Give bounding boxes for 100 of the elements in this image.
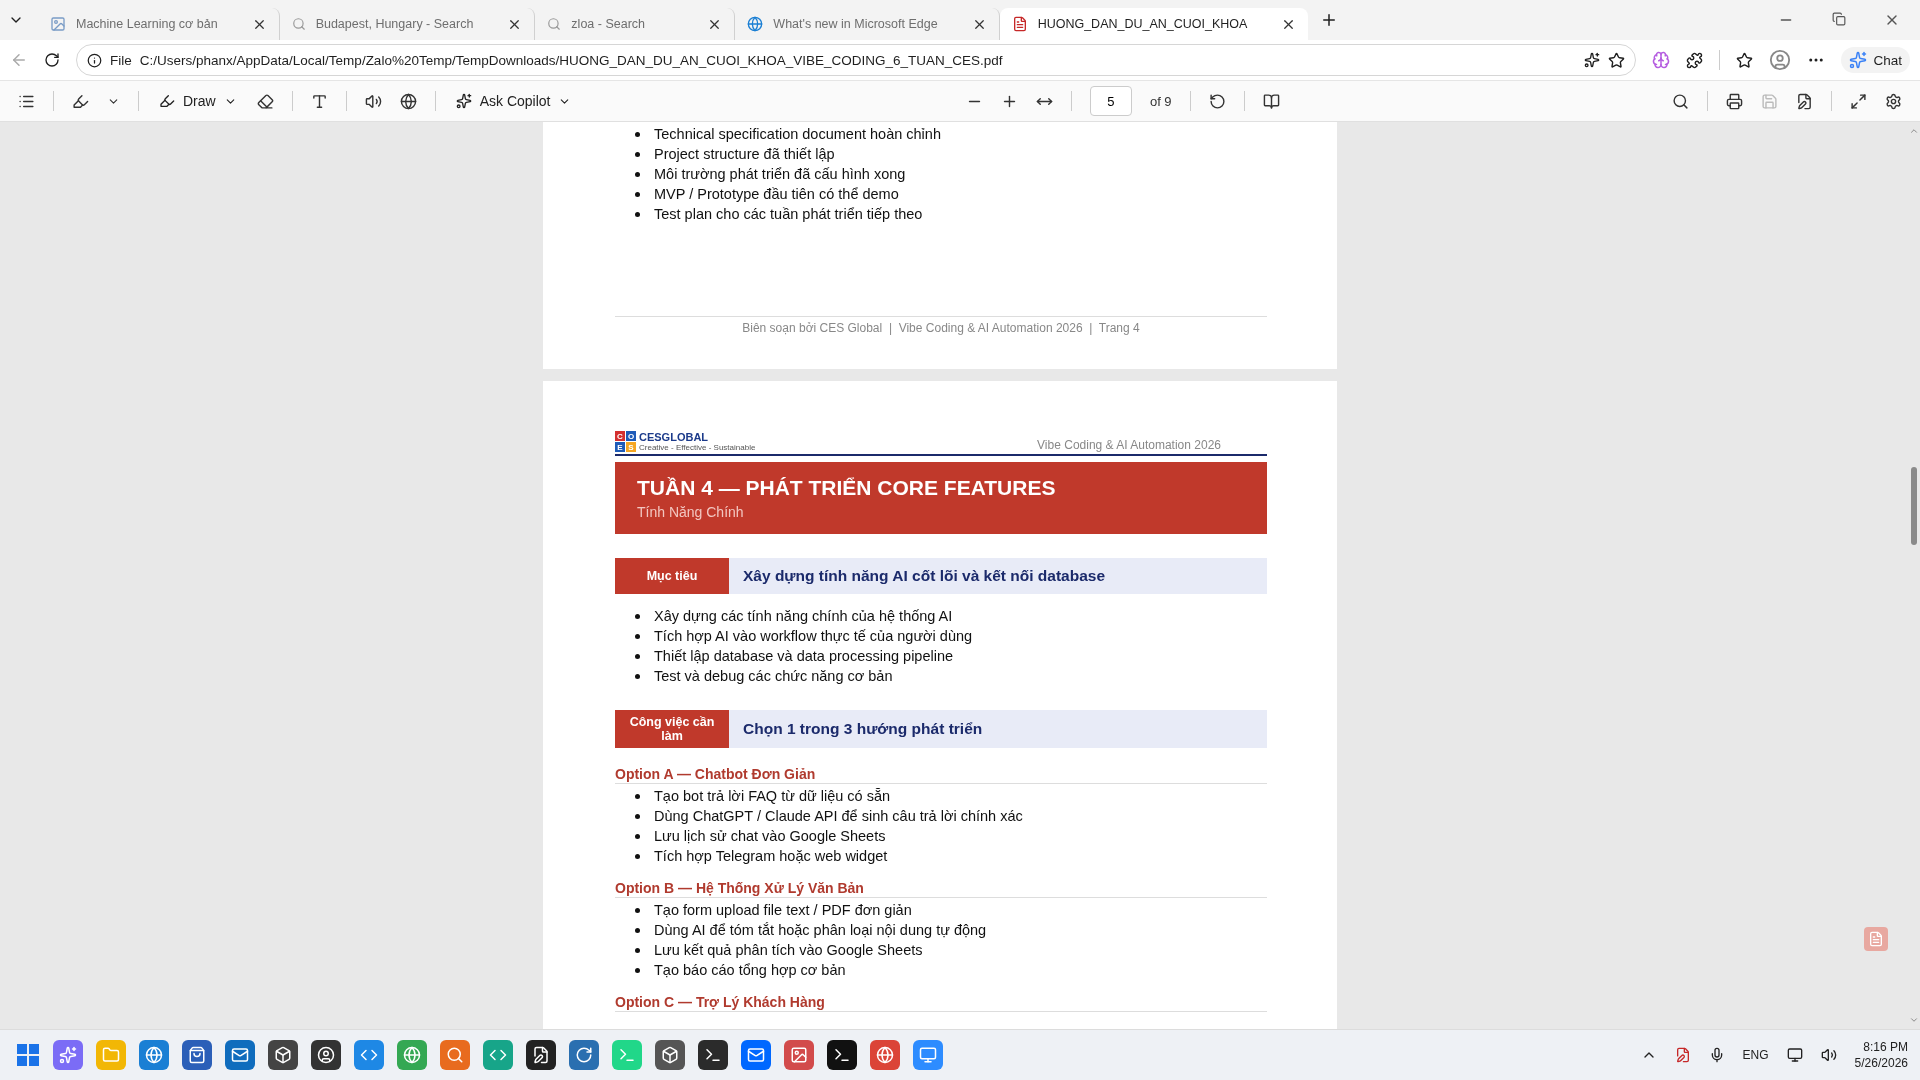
translate-icon[interactable] <box>399 92 417 110</box>
draw-button[interactable]: Draw <box>157 91 239 111</box>
save-as-icon[interactable] <box>1796 92 1813 110</box>
page-view-icon[interactable] <box>1262 92 1280 110</box>
favorites-icon[interactable] <box>1736 51 1754 69</box>
start-icon[interactable] <box>16 1043 40 1067</box>
settings-icon[interactable] <box>1885 92 1902 110</box>
mail-icon[interactable] <box>225 1040 255 1070</box>
terminal-icon[interactable] <box>698 1040 728 1070</box>
writer-icon[interactable] <box>526 1040 556 1070</box>
bullet-icon <box>635 654 640 659</box>
search-icon <box>547 17 562 31</box>
option-heading: Option C — Trợ Lý Khách Hàng <box>615 994 1267 1012</box>
document-icon <box>1011 16 1028 32</box>
bullet-icon <box>635 674 640 679</box>
bullet-icon <box>635 614 640 619</box>
list-item: Lưu kết quả phân tích vào Google Sheets <box>654 941 923 960</box>
list-item: Tạo form upload file text / PDF đơn giản <box>654 901 912 920</box>
rotate-icon[interactable] <box>1208 92 1226 110</box>
profile-icon[interactable] <box>1769 49 1792 71</box>
print-icon[interactable] <box>1726 92 1743 110</box>
cube-icon[interactable] <box>655 1040 685 1070</box>
list-item: Test và debug các chức năng cơ bản <box>654 667 893 686</box>
cube-icon[interactable] <box>268 1040 298 1070</box>
image-icon <box>50 16 66 32</box>
list-item: Tích hợp Telegram hoặc web widget <box>654 847 888 866</box>
bullet-icon <box>635 854 640 859</box>
bullet-icon <box>635 794 640 799</box>
language-indicator[interactable]: ENG <box>1742 1048 1769 1062</box>
bullet-icon <box>635 968 640 973</box>
highlighter-icon[interactable] <box>72 92 89 110</box>
bullet-icon <box>635 132 640 137</box>
bullet-icon <box>635 212 640 217</box>
scrollbar-thumb[interactable] <box>1911 466 1917 545</box>
text-icon[interactable] <box>310 92 328 110</box>
restore-icon[interactable] <box>1832 12 1846 26</box>
copilot-icon[interactable] <box>1584 52 1601 68</box>
scheme-label: File <box>110 52 132 68</box>
favorite-icon[interactable] <box>1608 51 1626 69</box>
section-heading: Xây dựng tính năng AI cốt lõi và kết nối database <box>742 566 1107 586</box>
section-label: Công việc cần làm <box>615 710 729 748</box>
app-tray-icon[interactable] <box>1674 1047 1691 1063</box>
option-heading: Option A — Chatbot Đơn Giản <box>615 766 1267 784</box>
pen-icon <box>159 93 175 109</box>
page-footer: Biên soạn bởi CES Global | Vibe Coding & AI Automation 2026 | Trang 4 <box>615 316 1267 335</box>
clock[interactable]: 8:16 PM 5/26/2026 <box>1854 1039 1908 1071</box>
bullet-icon <box>635 634 640 639</box>
brain-icon[interactable] <box>1652 51 1671 69</box>
search-icon[interactable] <box>1672 92 1689 110</box>
section-label: Mục tiêu <box>615 558 729 594</box>
extensions-icon[interactable] <box>1686 51 1704 69</box>
fullscreen-icon[interactable] <box>1850 92 1867 110</box>
chat-button[interactable]: Chat <box>1841 47 1910 73</box>
eraser-icon[interactable] <box>256 92 274 110</box>
company-logo: C O E S CESGLOBAL Creative - Effective - Sustainable <box>615 431 756 452</box>
reload-icon[interactable] <box>44 52 60 68</box>
bullet-icon <box>635 908 640 913</box>
store-icon[interactable] <box>182 1040 212 1070</box>
list-item: Dùng AI để tóm tắt hoặc phân loại nội dung tự động <box>654 921 987 940</box>
list-item: Môi trường phát triển đã cấu hình xong <box>654 165 906 184</box>
list-item: Xây dựng các tính năng chính của hệ thống AI <box>654 607 953 626</box>
list-item: Technical specification document hoàn chỉnh <box>654 125 941 144</box>
bullet-icon <box>635 834 640 839</box>
bullet-icon <box>635 172 640 177</box>
bullet-icon <box>635 814 640 819</box>
bullet-icon <box>635 152 640 157</box>
info-icon[interactable] <box>87 52 102 68</box>
url-text: C:/Users/phanx/AppData/Local/Temp/Zalo%20Temp/TempDownloads/HUONG_DAN_DU_AN_CUOI_KHOA_VIBE_CODING_6_TUAN_CES.pdf <box>139 52 1004 68</box>
list-item: Lưu lịch sử chat vào Google Sheets <box>654 827 886 846</box>
section-heading: Chọn 1 trong 3 hướng phát triển <box>742 719 984 739</box>
week-title: TUẦN 4 — PHÁT TRIỂN CORE FEATURES <box>637 476 1057 500</box>
page-count: of 9 <box>1149 93 1172 109</box>
image-icon[interactable] <box>784 1040 814 1070</box>
volume-icon[interactable] <box>1820 1047 1837 1063</box>
code-icon[interactable] <box>483 1040 513 1070</box>
code-icon[interactable] <box>354 1040 384 1070</box>
globe-icon <box>747 16 764 32</box>
terminal-icon[interactable] <box>827 1040 857 1070</box>
list-item: Test plan cho các tuần phát triển tiếp theo <box>654 205 923 224</box>
read-aloud-icon[interactable] <box>364 92 382 110</box>
magnifier-icon[interactable] <box>440 1040 470 1070</box>
week-subtitle: Tính Năng Chính <box>637 504 745 520</box>
list-item: Tạo báo cáo tổng hợp cơ bản <box>654 961 846 980</box>
list-item: Tích hợp AI vào workflow thực tế của người dùng <box>654 627 973 646</box>
list-item: MVP / Prototype đầu tiên có thể demo <box>654 185 899 204</box>
copilot-icon <box>1849 51 1868 69</box>
search-icon <box>291 17 306 31</box>
page-number-field[interactable]: 5 <box>1089 86 1132 116</box>
list-item: Dùng ChatGPT / Claude API để sinh câu trả lời chính xác <box>654 807 1023 826</box>
list-item: Thiết lập database và data processing pipeline <box>654 647 954 666</box>
browser-tab[interactable]: HUONG_DAN_DU_AN_CUOI_KHOA <box>999 8 1309 40</box>
list-item: Tạo bot trả lời FAQ từ dữ liệu có sẵn <box>654 787 891 806</box>
header-text: Vibe Coding & AI Automation 2026 <box>1037 438 1221 452</box>
ask-copilot-button[interactable]: Ask Copilot <box>453 91 574 111</box>
option-heading: Option B — Hệ Thống Xử Lý Văn Bản <box>615 880 1267 898</box>
list-item: Project structure đã thiết lập <box>654 145 835 164</box>
bullet-icon <box>635 192 640 197</box>
bullet-icon <box>635 928 640 933</box>
globe-icon[interactable] <box>139 1040 169 1070</box>
bullet-icon <box>635 948 640 953</box>
